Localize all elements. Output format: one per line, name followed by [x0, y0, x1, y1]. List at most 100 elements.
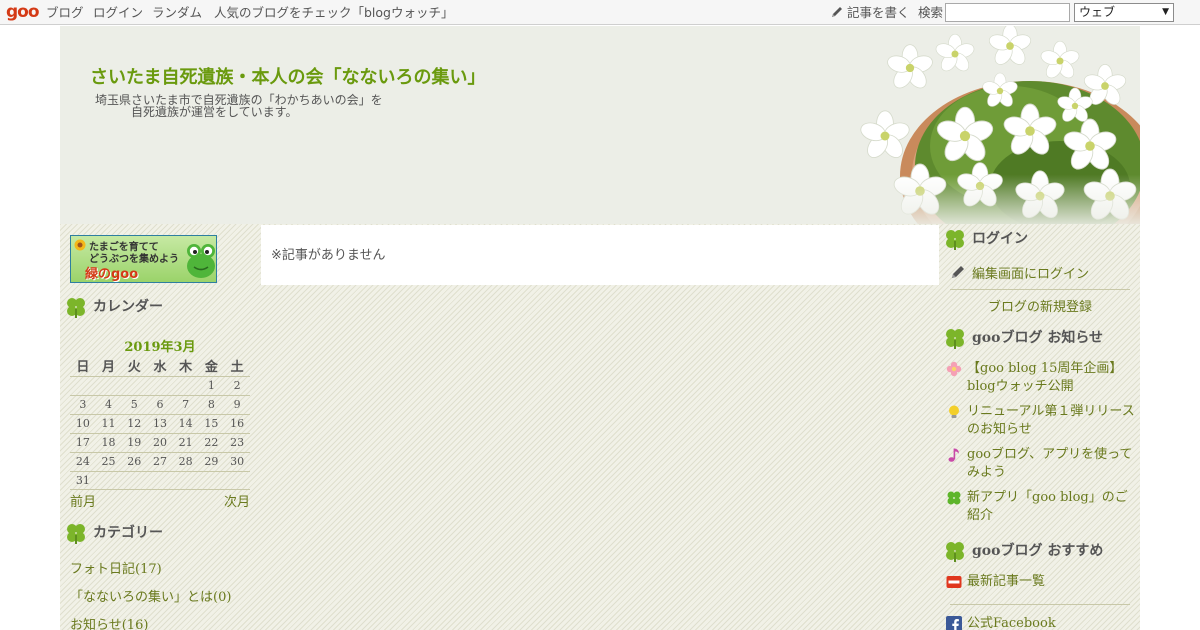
news-heading-label: gooブログ お知らせ — [972, 330, 1104, 346]
calendar-day — [95, 376, 122, 396]
calendar-day: 9 — [224, 395, 250, 415]
banner-line: 緑のgoo — [85, 267, 139, 282]
calendar-day: 26 — [121, 452, 148, 472]
nav-random-link[interactable]: ランダム — [152, 0, 202, 25]
search-scope-select[interactable]: ウェブ ▼ — [1074, 3, 1174, 22]
calendar-day: 3 — [70, 395, 96, 415]
calendar-day: 1 — [198, 376, 225, 396]
news-item-label: gooブログ、アプリを使ってみよう — [967, 447, 1133, 480]
news-item-label: リニューアル第１弾リリースのお知らせ — [967, 404, 1135, 437]
edit-login-label: 編集画面にログイン — [972, 267, 1090, 282]
calendar-divider — [70, 489, 250, 490]
clover-icon — [947, 491, 961, 505]
goo-logo[interactable]: goo — [6, 2, 40, 22]
calendar-day: 13 — [147, 414, 173, 434]
frog-icon — [187, 244, 215, 278]
calendar-prev-month-link[interactable]: 前月 — [70, 491, 96, 510]
blog-header: さいたま自死遺族・本人の会「なないろの集い」 埼玉県さいたま市で自死遺族の「わか… — [60, 26, 1140, 224]
calendar-week: 24 25 26 27 28 29 30 — [70, 452, 250, 472]
top-bar: goo ブログ ログイン ランダム 人気のブログをチェック「blogウォッチ」 … — [0, 0, 1200, 25]
clover-icon — [946, 230, 964, 250]
news-item[interactable]: リニューアル第１弾リリースのお知らせ — [946, 403, 1136, 439]
calendar-weekday: 火 — [121, 356, 148, 377]
login-divider — [950, 289, 1130, 290]
login-heading-label: ログイン — [972, 231, 1028, 247]
calendar-week: 17 18 19 20 21 22 23 — [70, 433, 250, 453]
calendar-weekday-row: 日 月 火 水 木 金 土 — [70, 356, 250, 377]
clover-icon — [946, 329, 964, 349]
calendar-week: 31 — [70, 471, 250, 490]
calendar-day — [199, 471, 225, 490]
recommend-item-label: 公式Facebook — [967, 616, 1056, 630]
new-blog-register-link[interactable]: ブログの新規登録 — [988, 296, 1092, 315]
calendar-week: 1 2 — [70, 376, 250, 396]
flower-pot-header-image — [710, 26, 1140, 224]
search-input[interactable] — [945, 3, 1070, 22]
calendar-day: 7 — [172, 395, 199, 415]
lightbulb-icon — [949, 405, 959, 418]
calendar-weekday: 木 — [172, 356, 199, 377]
main-content: ※記事がありません — [261, 225, 939, 285]
recommend-item[interactable]: 最新記事一覧 — [946, 573, 1136, 591]
calendar-day: 17 — [70, 433, 96, 453]
news-item[interactable]: 【goo blog 15周年企画】blogウォッチ公開 — [946, 360, 1136, 396]
nav-blog-link[interactable]: ブログ — [46, 0, 84, 25]
calendar-day: 27 — [147, 452, 173, 472]
calendar-day — [172, 376, 199, 396]
clover-icon — [946, 542, 964, 562]
calendar-day: 6 — [147, 395, 173, 415]
calendar-day: 19 — [121, 433, 148, 453]
blog-watch-promo-link[interactable]: 人気のブログをチェック「blogウォッチ」 — [214, 0, 454, 25]
blog-description-line: 自死遺族が運営をしています。 — [131, 105, 298, 119]
nav-login-link[interactable]: ログイン — [93, 0, 143, 25]
recommend-item-label: 最新記事一覧 — [967, 574, 1046, 589]
calendar-day: 29 — [198, 452, 225, 472]
recommend-heading-label: gooブログ おすすめ — [972, 543, 1104, 559]
facebook-icon — [946, 616, 962, 630]
news-item[interactable]: gooブログ、アプリを使ってみよう — [946, 446, 1136, 482]
calendar-day: 28 — [172, 452, 199, 472]
calendar-day: 15 — [198, 414, 225, 434]
calendar-day: 21 — [172, 433, 199, 453]
news-item-label: 新アプリ「goo blog」のご紹介 — [967, 490, 1128, 523]
calendar-day: 31 — [75, 474, 90, 488]
calendar-day: 11 — [95, 414, 122, 434]
chevron-down-icon: ▼ — [1162, 7, 1169, 17]
calendar-week: 3 4 5 6 7 8 9 — [70, 395, 250, 415]
calendar-day — [70, 376, 96, 396]
calendar-day: 23 — [224, 433, 250, 453]
blog-title[interactable]: さいたま自死遺族・本人の会「なないろの集い」 — [90, 63, 485, 89]
edit-login-link[interactable]: 編集画面にログイン — [952, 263, 1090, 282]
write-article-label: 記事を書く — [847, 5, 910, 20]
calendar-weekday: 金 — [198, 356, 225, 377]
music-note-icon — [948, 448, 959, 462]
calendar-day: 2 — [224, 376, 250, 396]
calendar-day: 25 — [95, 452, 122, 472]
pencil-icon — [952, 266, 964, 278]
calendar-month: 2019年3月 — [124, 340, 196, 355]
calendar-weekday: 土 — [224, 356, 250, 377]
calendar-table: 日 月 火 水 木 金 土 1 2 3 4 5 6 7 8 9 10 11 12… — [70, 356, 250, 490]
category-item[interactable]: 「なないろの集い」とは(0) — [70, 586, 231, 605]
calendar-day — [173, 471, 199, 490]
calendar-weekday: 月 — [95, 356, 122, 377]
blog-description: 埼玉県さいたま市で自死遺族の「わかちあいの会」を 自死遺族が運営をしています。 — [95, 94, 395, 118]
category-item[interactable]: フォト日記(17) — [70, 558, 162, 577]
calendar-day: 16 — [224, 414, 250, 434]
category-item[interactable]: お知らせ(16) — [70, 614, 148, 630]
calendar-day: 8 — [198, 395, 225, 415]
pencil-icon — [832, 7, 842, 17]
clover-icon — [67, 524, 85, 544]
recommend-item[interactable]: 公式Facebook — [946, 615, 1136, 630]
clover-icon — [67, 298, 85, 318]
news-item-label: 【goo blog 15周年企画】blogウォッチ公開 — [967, 361, 1123, 394]
search-scope-value: ウェブ — [1079, 5, 1116, 19]
midori-goo-banner[interactable]: たまごを育てて どうぶつを集めよう 緑のgoo — [70, 235, 217, 283]
category-heading-label: カテゴリー — [93, 525, 163, 541]
calendar-day: 22 — [198, 433, 225, 453]
calendar-day — [121, 471, 147, 490]
write-article-link[interactable]: 記事を書く — [830, 0, 910, 25]
calendar-next-month-link[interactable]: 次月 — [224, 491, 250, 510]
news-item[interactable]: 新アプリ「goo blog」のご紹介 — [946, 489, 1136, 525]
recommend-divider — [950, 604, 1130, 605]
